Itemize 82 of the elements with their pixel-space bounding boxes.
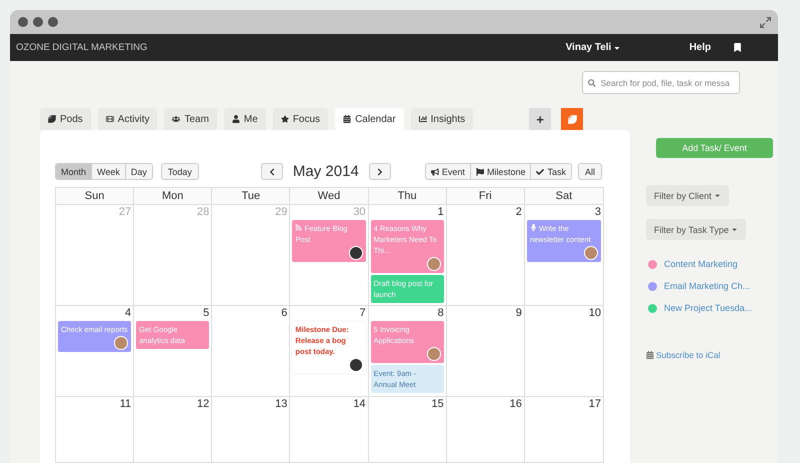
flag-icon <box>476 168 484 176</box>
day-number: 6 <box>281 307 288 319</box>
day-number: 29 <box>275 206 288 218</box>
day-number: 10 <box>588 307 601 319</box>
filter-dropdown[interactable]: Filter by Client <box>646 185 729 206</box>
pod-button[interactable] <box>561 108 584 130</box>
weekday-header: Mon <box>134 188 212 204</box>
tab[interactable]: Calendar <box>335 108 404 130</box>
avatar <box>426 257 441 271</box>
megaphone-icon <box>430 168 439 176</box>
next-button[interactable] <box>368 163 391 180</box>
film-icon <box>106 115 114 123</box>
bookmark-icon[interactable] <box>733 43 742 52</box>
day-number: 14 <box>353 398 366 410</box>
user-icon <box>232 115 240 123</box>
filter-dropdown[interactable]: Filter by Task Type <box>646 219 746 240</box>
tab[interactable]: Pods <box>40 108 91 130</box>
day-number: 27 <box>118 206 132 218</box>
day-number: 4 <box>125 307 132 319</box>
previous-button[interactable] <box>260 163 283 180</box>
calendar-icon <box>646 351 654 359</box>
all-button[interactable]: All <box>578 163 602 180</box>
day-number: 16 <box>510 398 522 410</box>
expand-icon[interactable] <box>759 16 772 28</box>
calendar-icon <box>343 115 352 123</box>
day-number: 3 <box>594 206 601 218</box>
team-icon <box>172 115 180 123</box>
chevron-left-icon <box>268 168 276 176</box>
tab[interactable]: Activity <box>98 108 158 130</box>
day-number: 11 <box>120 398 132 410</box>
weekday-header: Fri <box>446 188 525 204</box>
window-dot[interactable] <box>48 17 58 27</box>
day-number: 15 <box>431 398 444 410</box>
weekday-header: Wed <box>290 188 369 204</box>
avatar <box>426 347 441 361</box>
type-filter-button[interactable]: Milestone <box>470 164 532 179</box>
rss-icon <box>295 224 302 231</box>
tab[interactable]: Team <box>164 108 217 130</box>
view-button[interactable]: Day <box>126 164 152 179</box>
user-menu[interactable]: Vinay Teli <box>566 42 622 53</box>
day-number: 30 <box>353 206 366 218</box>
month-title: May 2014 <box>292 163 359 180</box>
window-dot[interactable] <box>33 17 43 27</box>
tab[interactable]: Me <box>224 108 266 130</box>
tab[interactable]: Insights <box>410 108 474 130</box>
type-filter-button[interactable]: Task <box>531 164 571 179</box>
window-dot[interactable] <box>18 17 28 27</box>
view-button[interactable]: Week <box>92 164 126 179</box>
chevron-right-icon <box>376 168 384 176</box>
view-button[interactable]: Month <box>56 164 92 179</box>
weekday-header: Thu <box>368 188 447 204</box>
weekday-header: Sat <box>554 189 574 204</box>
avatar <box>348 246 363 260</box>
avatar <box>114 336 128 350</box>
avatar <box>584 246 598 260</box>
day-number: 17 <box>588 398 601 410</box>
chart-icon <box>418 115 427 123</box>
microphone-icon <box>530 224 537 231</box>
day-number: 12 <box>197 398 210 410</box>
weekday-header: Sun <box>56 188 134 204</box>
day-number: 8 <box>438 307 444 319</box>
avatar <box>348 358 363 372</box>
day-number: 7 <box>359 307 366 319</box>
day-number: 2 <box>516 206 522 218</box>
brand-name: OZONE DIGITAL MARKETING <box>16 42 148 53</box>
add-tab-button[interactable]: + <box>529 108 552 130</box>
weekday-header: Tue <box>212 188 290 204</box>
day-number: 5 <box>203 307 210 319</box>
day-number: 9 <box>516 307 522 319</box>
day-number: 28 <box>197 206 210 218</box>
day-number: 1 <box>438 206 444 218</box>
caret-icon <box>714 192 721 199</box>
caret-icon <box>730 226 738 233</box>
day-number: 13 <box>275 398 288 410</box>
search-icon <box>588 78 596 86</box>
star-icon <box>280 115 289 123</box>
type-filter-button[interactable]: Event <box>426 164 471 179</box>
help-link[interactable]: Help <box>689 42 711 53</box>
tab[interactable]: Focus <box>272 108 328 130</box>
check-icon <box>536 168 544 176</box>
search-field[interactable]: Search for pod, file, task or messa <box>582 71 740 94</box>
today-button[interactable]: Today <box>160 163 199 180</box>
